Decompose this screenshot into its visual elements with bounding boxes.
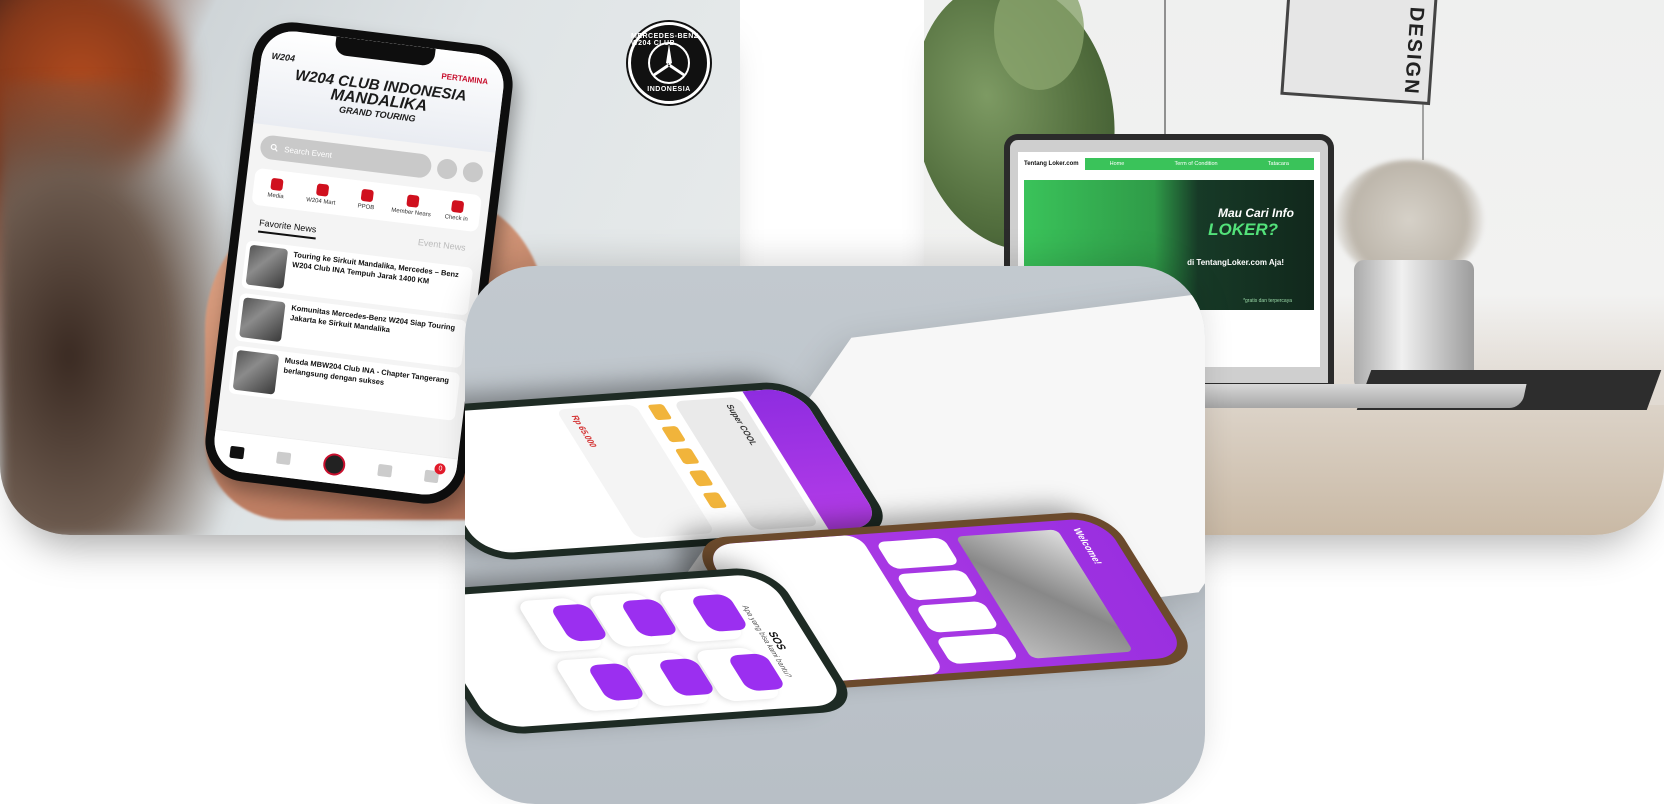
menu-label: Member Nears: [390, 207, 432, 219]
home-icon[interactable]: [228, 445, 245, 459]
filter-button[interactable]: [435, 157, 459, 181]
menu-item-ppob[interactable]: PPOB: [349, 187, 385, 212]
search-placeholder: Search Event: [283, 144, 333, 160]
tab-event-news[interactable]: Event News: [417, 237, 466, 258]
menu-item-member-nears[interactable]: Member Nears: [390, 193, 432, 219]
collage: MERCEDES-BENZ W204 CLUB INDONESIA W204 P…: [0, 0, 1664, 804]
feature-card[interactable]: [934, 632, 1020, 665]
nav-terms[interactable]: Term of Condition: [1175, 161, 1218, 167]
nav-tatacara[interactable]: Tatacara: [1268, 161, 1289, 167]
inbox-icon[interactable]: 0: [424, 462, 447, 483]
menu-label: Check in: [444, 214, 469, 223]
category-icon[interactable]: [702, 492, 728, 509]
badge-top-text: MERCEDES-BENZ W204 CLUB: [631, 33, 699, 47]
nav-home[interactable]: Home: [1110, 161, 1125, 167]
category-icon[interactable]: [647, 403, 673, 421]
product-price: Rp 65.000: [568, 415, 599, 448]
calendar-icon[interactable]: [377, 463, 393, 478]
news-title: Musda MBW204 Club INA - Chapter Tangeran…: [283, 355, 450, 387]
poster-text: DESIGN: [1399, 6, 1428, 97]
background-blur: [0, 80, 230, 535]
bag-icon: [315, 183, 329, 197]
search-icon: [270, 143, 278, 152]
chat-button[interactable]: [461, 161, 485, 184]
menu-label: PPOB: [357, 203, 375, 212]
menu-item-mart[interactable]: W204 Mart: [303, 182, 339, 207]
phone-screen: SOS Apa yang bisa kami bantu?: [465, 573, 849, 729]
notification-badge: 0: [434, 462, 447, 475]
news-icon[interactable]: [275, 450, 292, 465]
feature-card[interactable]: [895, 569, 980, 601]
check-icon: [450, 199, 465, 214]
news-thumbnail: [239, 297, 287, 343]
news-thumbnail: [232, 349, 280, 395]
category-icon[interactable]: [688, 470, 714, 487]
hero-line2: LOKER?: [1208, 220, 1278, 239]
badge-bottom-text: INDONESIA: [647, 86, 691, 93]
menu-item-media[interactable]: Media: [258, 176, 294, 201]
category-icon[interactable]: [674, 447, 701, 465]
club-center-button[interactable]: [322, 451, 347, 477]
club-logo-badge: MERCEDES-BENZ W204 CLUB INDONESIA: [628, 22, 710, 104]
phone-icon: [360, 188, 374, 203]
phone-screen: W204 PERTAMINA W204 CLUB INDONESIA MANDA…: [210, 27, 508, 499]
site-nav: Home Term of Condition Tatacara: [1084, 158, 1314, 170]
site-logo[interactable]: Tentang Loker.com: [1024, 161, 1079, 167]
location-pin-icon: [405, 194, 420, 208]
hero-line1: Mau Cari Info: [1217, 206, 1294, 220]
play-icon: [270, 177, 284, 192]
menu-label: W204 Mart: [305, 197, 336, 207]
feature-card[interactable]: [875, 537, 960, 569]
site-header: Tentang Loker.com Home Term of Condition…: [1018, 152, 1320, 176]
menu-item-check-in[interactable]: Check in: [439, 199, 475, 224]
feature-card[interactable]: [914, 601, 1000, 633]
hero-note: *gratis dan terpercaya: [1243, 298, 1292, 304]
tab-favorite-news[interactable]: Favorite News: [257, 217, 317, 240]
hero-line3: di TentangLoker.com Aja!: [1187, 258, 1284, 267]
category-icon[interactable]: [660, 425, 687, 443]
menu-label: Media: [267, 192, 284, 201]
news-thumbnail: [245, 244, 289, 289]
wall-poster: DESIGN: [1280, 0, 1438, 106]
mercedes-star-icon: [648, 42, 690, 84]
three-phones-render: Super COOL Rp 65.000 Welcome! SOS Apa ya…: [465, 266, 1205, 804]
